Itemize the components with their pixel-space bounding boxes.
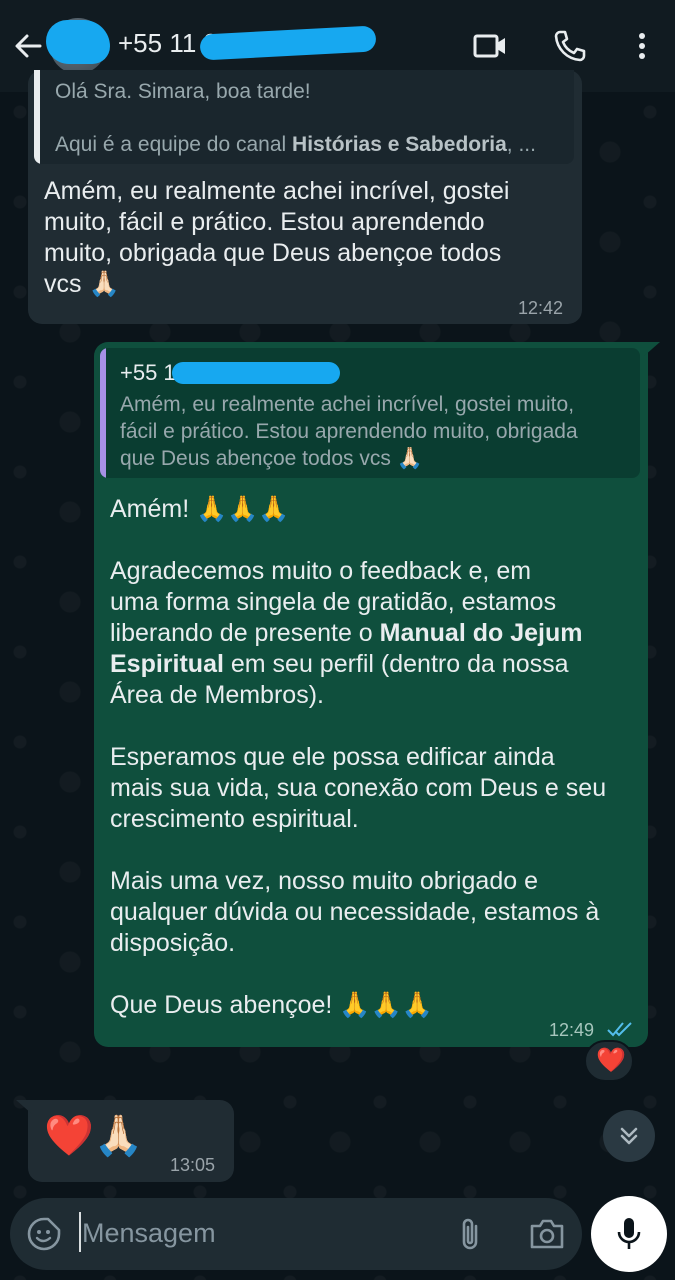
video-call-icon[interactable]: [472, 28, 508, 64]
message-line: mais sua vida, sua conexão com Deus e se…: [110, 774, 607, 802]
attach-paperclip-icon[interactable]: [456, 1216, 486, 1252]
quote-line: Aqui é a equipe do canal Histórias e Sab…: [55, 131, 536, 158]
message-line: Amém! 🙏🙏🙏: [110, 495, 290, 523]
message-text: Amém, eu realmente achei incrível, goste…: [44, 176, 510, 300]
reaction-heart: ❤️: [596, 1047, 626, 1074]
message-line: crescimento espiritual.: [110, 805, 359, 833]
quote-sender: +55 1: [120, 360, 176, 385]
message-text-run: liberando de presente o: [110, 619, 380, 647]
quote-bold-text: Histórias e Sabedoria: [292, 133, 507, 156]
phone-call-icon[interactable]: [552, 28, 588, 64]
redaction-mark: [46, 20, 110, 64]
quote-line: Amém, eu realmente achei incrível, goste…: [120, 393, 575, 416]
sticker-emoji-icon[interactable]: [26, 1216, 62, 1252]
quoted-message[interactable]: +55 1 Amém, eu realmente achei incrível,…: [100, 348, 640, 478]
message-line: vcs 🙏🏻: [44, 270, 120, 298]
message-line: Mais uma vez, nosso muito obrigado e: [110, 867, 538, 895]
quote-line: que Deus abençoe todos vcs 🙏🏻: [120, 447, 423, 470]
quote-bar: [100, 348, 106, 478]
reaction-badge[interactable]: ❤️: [584, 1040, 634, 1082]
microphone-icon: [617, 1218, 641, 1249]
message-line: Que Deus abençoe! 🙏🙏🙏: [110, 991, 433, 1019]
message-time: 12:49: [549, 1020, 595, 1040]
message-text-run: em seu perfil (dentro da nossa: [223, 650, 569, 678]
message-line: qualquer dúvida ou necessidade, estamos …: [110, 898, 600, 926]
message-line: Esperamos que ele possa edificar ainda: [110, 743, 555, 771]
message-bold-text: Espiritual: [110, 650, 224, 678]
bubble-tail: [644, 342, 660, 356]
message-line: Amém, eu realmente achei incrível, goste…: [44, 177, 510, 205]
quote-text: , ...: [506, 133, 536, 156]
quote-line: Olá Sra. Simara, boa tarde!: [55, 80, 311, 103]
double-chevron-down-icon: [620, 1127, 638, 1145]
message-text: ❤️🙏🏻: [44, 1114, 144, 1158]
message-line: uma forma singela de gratidão, estamos: [110, 588, 557, 616]
camera-icon[interactable]: [528, 1216, 566, 1252]
message-line: Espiritual em seu perfil (dentro da noss…: [110, 649, 606, 680]
scroll-to-bottom-button[interactable]: [603, 1110, 655, 1162]
message-line: disposição.: [110, 929, 236, 957]
back-arrow-icon[interactable]: [10, 28, 46, 64]
contact-phone-prefix: +55 11: [118, 28, 204, 58]
quote-bar: [34, 70, 40, 164]
quoted-message[interactable]: Olá Sra. Simara, boa tarde! Aqui é a equ…: [34, 70, 574, 164]
message-time: 12:42: [518, 298, 564, 318]
quote-text: Aqui é a equipe do canal: [55, 133, 293, 156]
message-bold-text: Manual do Jejum: [379, 619, 583, 647]
message-line: muito, fácil e prático. Estou aprendendo: [44, 208, 485, 236]
redaction-mark: [172, 362, 340, 384]
message-line: Área de Membros).: [110, 681, 324, 709]
message-line: liberando de presente o Manual do Jejum: [110, 618, 606, 649]
bubble-tail: [16, 1100, 32, 1114]
message-line: Agradecemos muito o feedback e, em: [110, 557, 532, 585]
message-time: 13:05: [170, 1155, 216, 1175]
read-receipt-icon: [607, 1022, 632, 1037]
quote-line: fácil e prático. Estou aprendendo muito,…: [120, 420, 578, 443]
message-text: Amém! 🙏🙏🙏 Agradecemos muito o feedback e…: [110, 494, 606, 1021]
message-line: muito, obrigada que Deus abençoe todos: [44, 239, 502, 267]
voice-record-button[interactable]: [591, 1196, 667, 1272]
message-input[interactable]: Mensagem: [82, 1218, 216, 1249]
more-options-icon[interactable]: [624, 28, 660, 64]
text-caret: [79, 1212, 81, 1252]
